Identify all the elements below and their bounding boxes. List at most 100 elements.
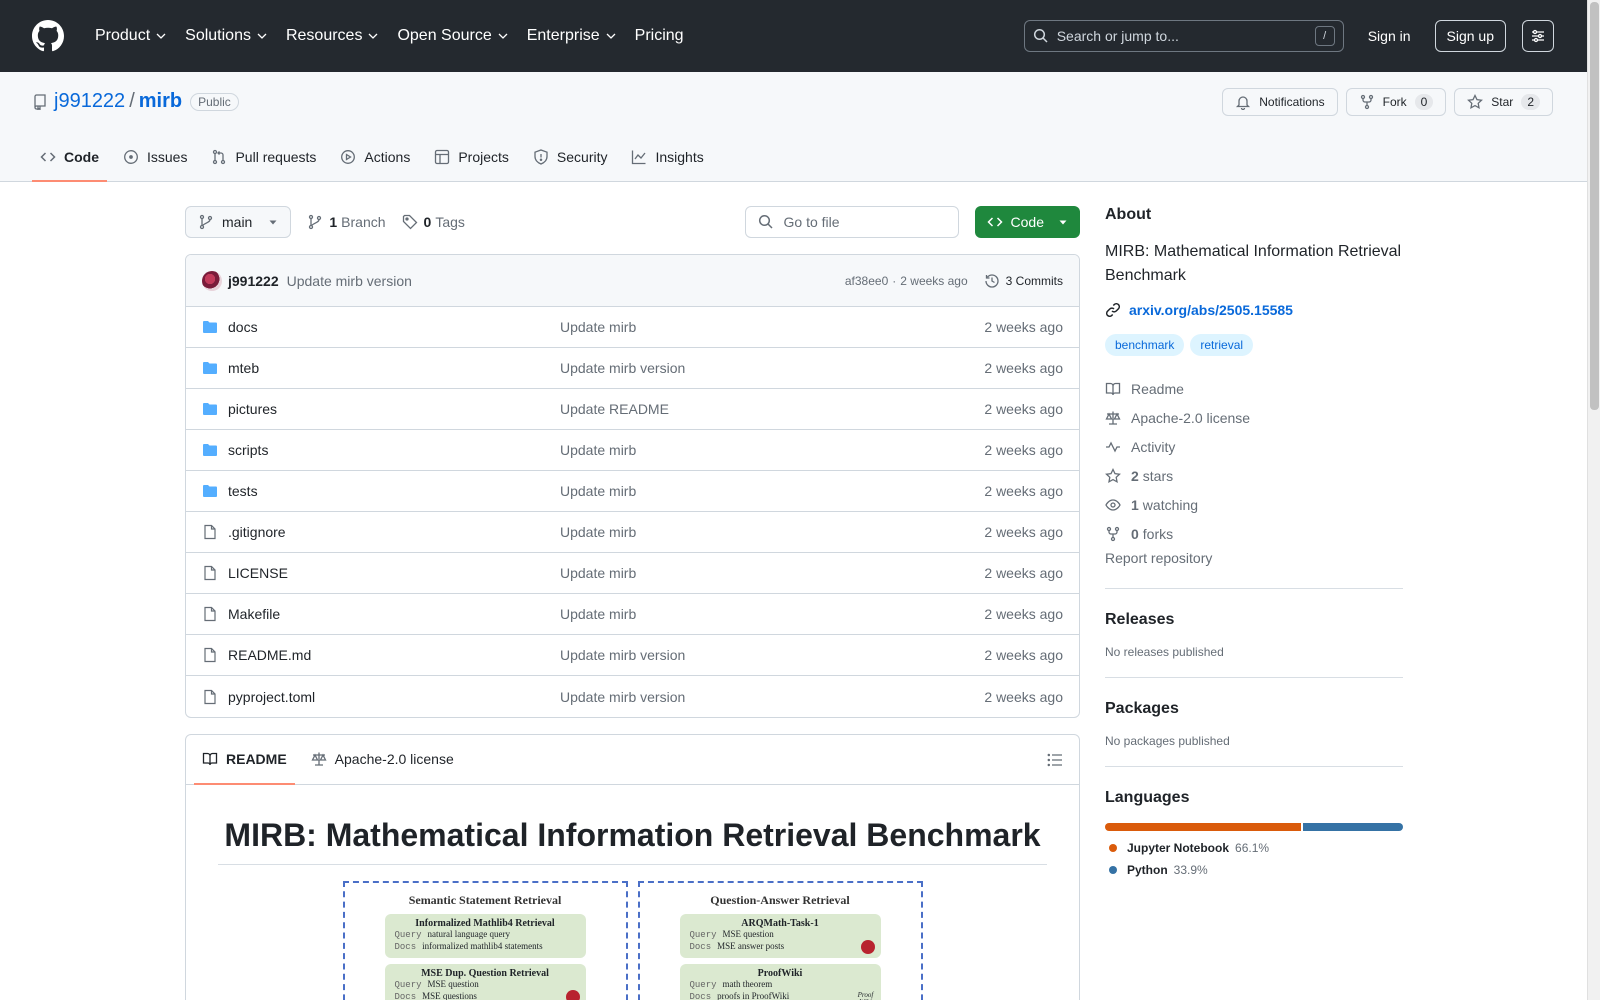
- tab-issues[interactable]: Issues: [115, 134, 195, 182]
- file-commit-message[interactable]: Update mirb version: [560, 647, 984, 663]
- language-dot: [1109, 866, 1117, 874]
- topic-retrieval[interactable]: retrieval: [1190, 334, 1254, 356]
- tags-link[interactable]: 0 Tags: [402, 214, 465, 230]
- file-commit-time: 2 weeks ago: [984, 688, 1063, 705]
- file-name[interactable]: mteb: [228, 360, 560, 376]
- file-name[interactable]: pictures: [228, 401, 560, 417]
- card-title: MSE Dup. Question Retrieval: [421, 968, 549, 979]
- query-label: Query: [394, 980, 422, 990]
- forks-link[interactable]: 0 forks: [1105, 519, 1403, 548]
- tab-pull-requests[interactable]: Pull requests: [203, 134, 324, 182]
- file-name[interactable]: LICENSE: [228, 565, 560, 581]
- docs-value: informalized mathlib4 statements: [422, 941, 543, 951]
- file-name[interactable]: .gitignore: [228, 524, 560, 540]
- page-scrollbar[interactable]: [1587, 0, 1600, 1000]
- repo-name-link[interactable]: mirb: [139, 90, 182, 113]
- github-logo-icon[interactable]: [32, 20, 64, 52]
- nav-solutions[interactable]: Solutions: [176, 0, 277, 72]
- folder-icon: [203, 485, 217, 497]
- report-repository-link[interactable]: Report repository: [1105, 550, 1403, 589]
- file-name[interactable]: docs: [228, 319, 560, 335]
- topic-benchmark[interactable]: benchmark: [1105, 334, 1185, 356]
- nav-resources[interactable]: Resources: [277, 0, 388, 72]
- commit-dot: ·: [892, 273, 897, 288]
- readme-link[interactable]: Readme: [1105, 374, 1403, 403]
- file-row: scripts Update mirb 2 weeks ago: [186, 430, 1079, 471]
- file-commit-message[interactable]: Update mirb: [560, 565, 984, 581]
- tab-label: Pull requests: [235, 149, 317, 165]
- readme-panel: README Apache-2.0 license MIRB: Mathemat…: [185, 734, 1080, 1000]
- file-commit-message[interactable]: Update mirb: [560, 524, 984, 540]
- language-item[interactable]: Python 33.9%: [1105, 863, 1403, 877]
- go-to-file-input[interactable]: Go to file: [744, 206, 959, 238]
- code-dropdown-button[interactable]: Code: [974, 206, 1080, 238]
- commit-message[interactable]: Update mirb version: [287, 273, 412, 289]
- sign-in-link[interactable]: Sign in: [1368, 28, 1411, 44]
- language-item[interactable]: Jupyter Notebook 66.1%: [1105, 841, 1403, 855]
- stars-link[interactable]: 2 stars: [1105, 461, 1403, 490]
- nav-enterprise[interactable]: Enterprise: [518, 0, 626, 72]
- settings-menu-button[interactable]: [1522, 20, 1554, 52]
- tab-code[interactable]: Code: [32, 134, 107, 182]
- watchers-link[interactable]: 1 watching: [1105, 490, 1403, 519]
- file-commit-message[interactable]: Update mirb version: [560, 360, 984, 376]
- forks-count: 0: [1131, 525, 1139, 542]
- homepage-link[interactable]: arxiv.org/abs/2505.15585: [1105, 302, 1403, 318]
- license-link[interactable]: Apache-2.0 license: [1105, 403, 1403, 432]
- commits-history-link[interactable]: 3 Commits: [984, 273, 1063, 289]
- fork-button[interactable]: Fork 0: [1345, 88, 1447, 116]
- latest-commit: j991222 Update mirb version af38ee0 · 2 …: [186, 255, 1079, 307]
- tab-license[interactable]: Apache-2.0 license: [303, 735, 462, 785]
- repo-actions: Notifications Fork 0 Star 2: [1222, 88, 1553, 116]
- file-name[interactable]: Makefile: [228, 606, 560, 622]
- bell-icon: [1236, 96, 1251, 110]
- commit-hash[interactable]: af38ee0: [845, 274, 888, 288]
- file-commit-message[interactable]: Update mirb version: [560, 689, 984, 705]
- card-query: Query natural language query: [395, 929, 576, 941]
- file-commit-message[interactable]: Update README: [560, 401, 984, 417]
- branch-count: 1: [329, 214, 338, 230]
- search-icon: [758, 214, 773, 229]
- file-row: pictures Update README 2 weeks ago: [186, 389, 1079, 430]
- scrollbar-thumb[interactable]: [1590, 2, 1599, 410]
- sliders-icon: [1532, 29, 1544, 43]
- packages-heading[interactable]: Packages: [1105, 700, 1403, 718]
- nav-pricing[interactable]: Pricing: [626, 0, 693, 72]
- branches-link[interactable]: 1 Branch: [307, 214, 386, 230]
- file-name[interactable]: README.md: [228, 647, 560, 663]
- activity-link[interactable]: Activity: [1105, 432, 1403, 461]
- releases-heading[interactable]: Releases: [1105, 611, 1403, 629]
- activity-label: Activity: [1131, 438, 1176, 455]
- license-label: Apache-2.0 license: [1131, 409, 1251, 426]
- file-commit-message[interactable]: Update mirb: [560, 442, 984, 458]
- tab-security[interactable]: Security: [525, 134, 616, 182]
- sign-up-button[interactable]: Sign up: [1434, 20, 1506, 52]
- commit-author[interactable]: j991222: [228, 273, 279, 289]
- file-name[interactable]: scripts: [228, 442, 560, 458]
- table-icon: [435, 149, 450, 165]
- file-name[interactable]: tests: [228, 483, 560, 499]
- repo-owner-link[interactable]: j991222: [54, 90, 125, 113]
- nav-open-source[interactable]: Open Source: [388, 0, 517, 72]
- file-name[interactable]: pyproject.toml: [228, 689, 560, 705]
- file-commit-message[interactable]: Update mirb: [560, 319, 984, 335]
- nav-label: Product: [95, 27, 151, 44]
- tab-actions[interactable]: Actions: [332, 134, 418, 182]
- book-icon: [202, 752, 218, 765]
- tab-projects[interactable]: Projects: [426, 134, 517, 182]
- file-commit-message[interactable]: Update mirb: [560, 606, 984, 622]
- nav-product[interactable]: Product: [86, 0, 176, 72]
- branch-selector[interactable]: main: [185, 206, 292, 238]
- list-icon[interactable]: [1047, 752, 1063, 768]
- releases-section: Releases No releases published: [1105, 589, 1403, 678]
- repo-separator: /: [129, 90, 135, 112]
- notifications-button[interactable]: Notifications: [1222, 88, 1338, 116]
- avatar[interactable]: [202, 270, 222, 291]
- star-button[interactable]: Star 2: [1454, 88, 1553, 116]
- nav-label: Resources: [285, 27, 363, 44]
- search-input[interactable]: Search or jump to... /: [1023, 20, 1344, 52]
- tab-insights[interactable]: Insights: [623, 134, 711, 182]
- tab-readme[interactable]: README: [194, 735, 295, 785]
- branch-icon: [199, 214, 213, 230]
- file-commit-message[interactable]: Update mirb: [560, 483, 984, 499]
